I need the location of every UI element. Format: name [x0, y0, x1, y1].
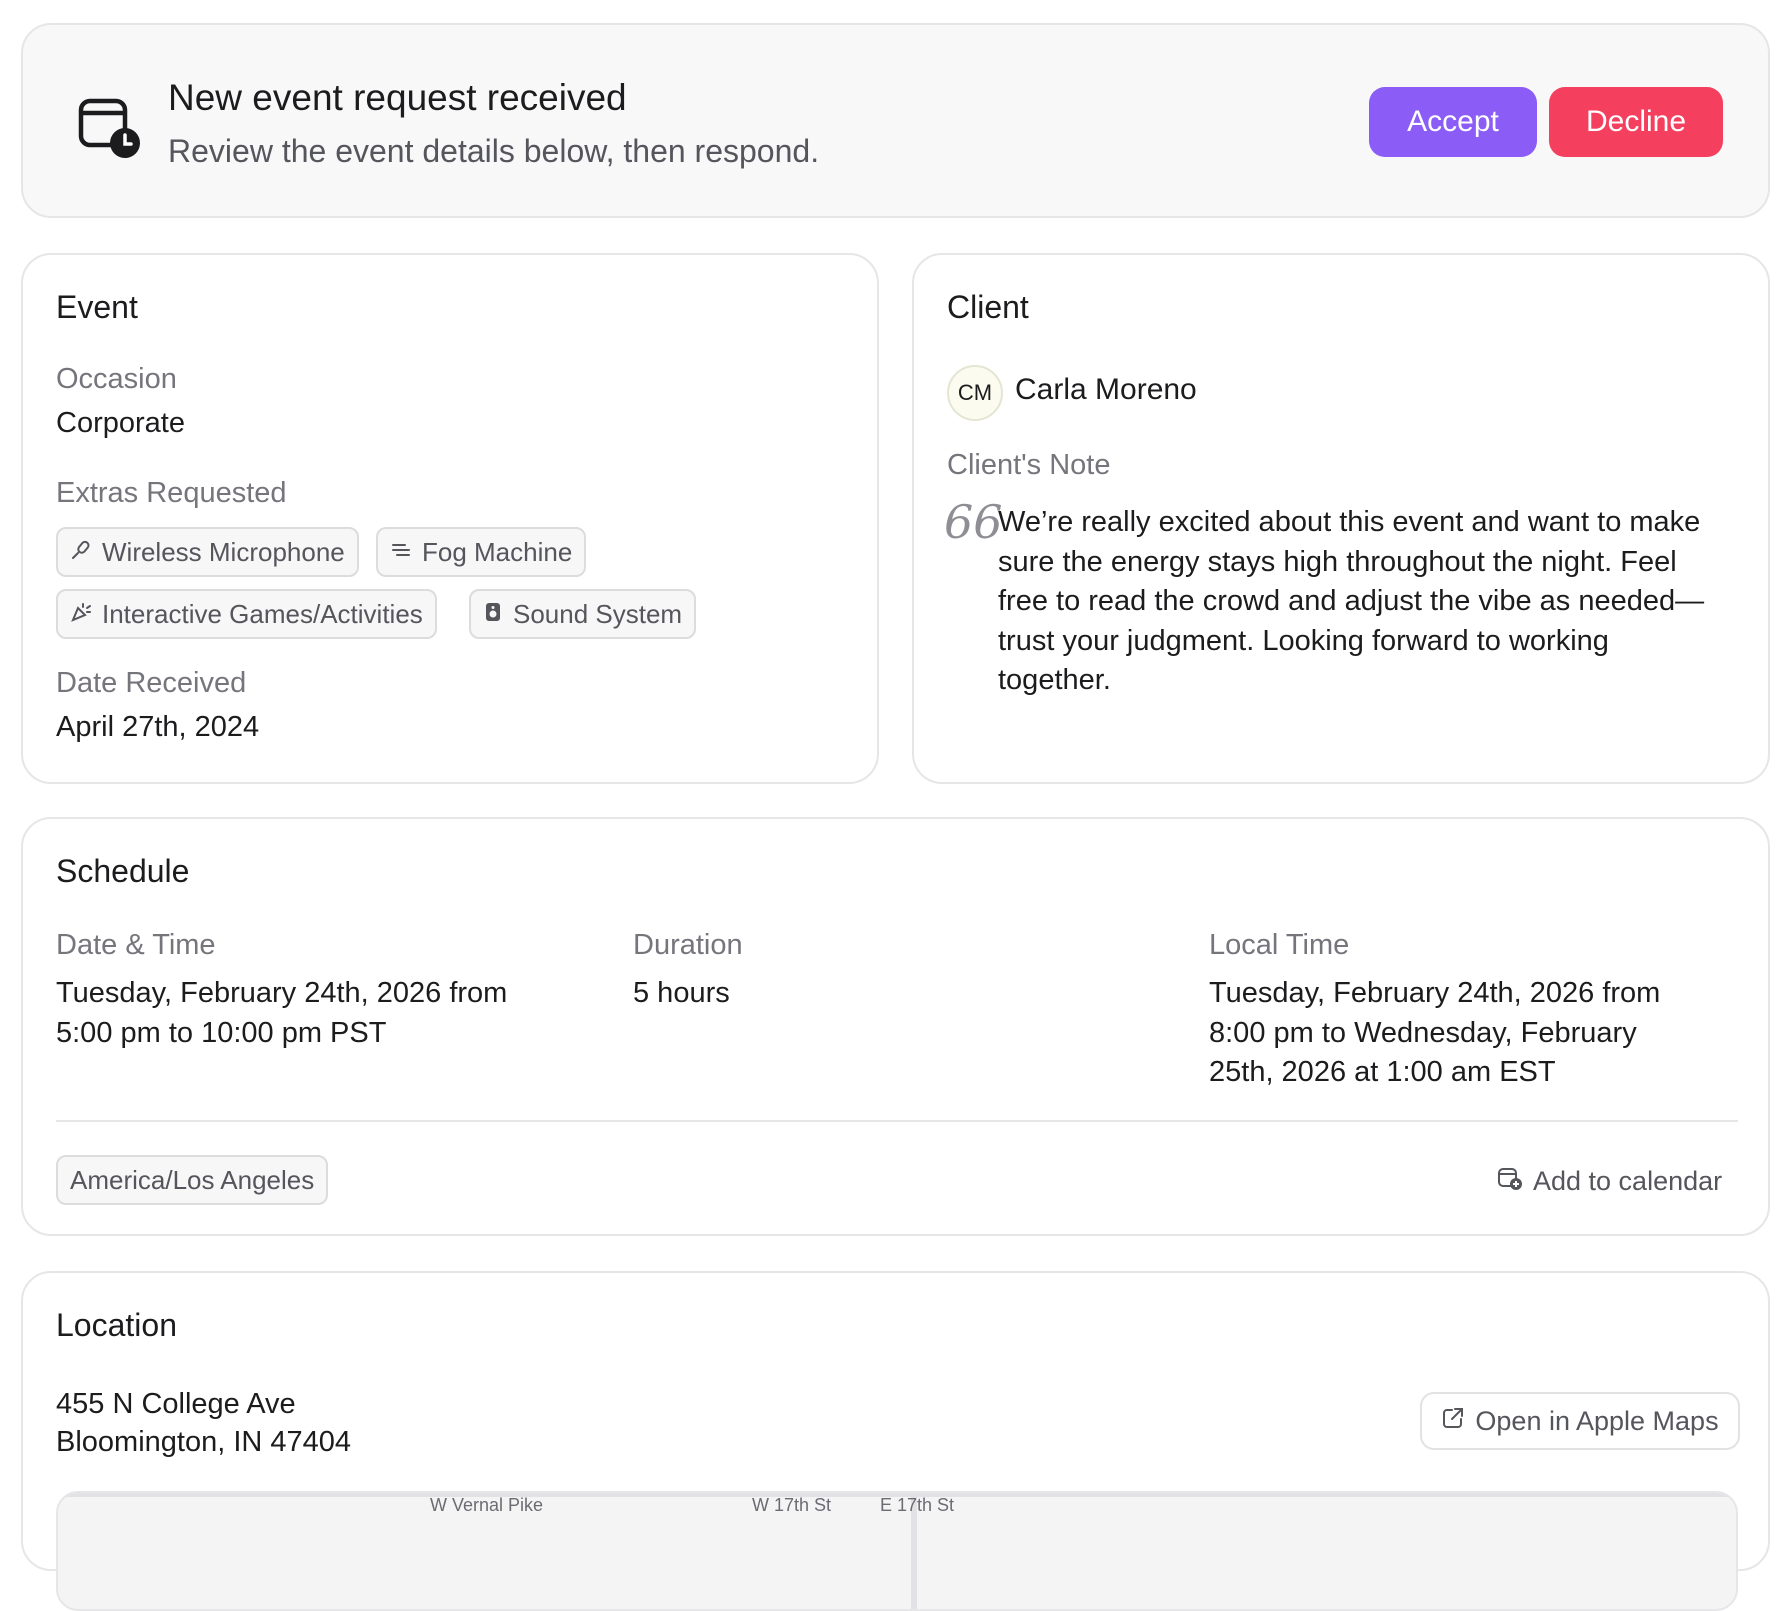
duration-value: 5 hours: [633, 977, 730, 1009]
external-link-icon: [1441, 1406, 1465, 1437]
fog-icon: [390, 537, 412, 568]
client-name: Carla Moreno: [1015, 373, 1197, 406]
map-street-label: W 17th St: [752, 1495, 832, 1515]
schedule-card-title: Schedule: [56, 853, 190, 889]
extra-chip-fog-machine: Fog Machine: [376, 527, 587, 577]
extra-chip-label: Sound System: [513, 598, 683, 629]
client-card: Client CM Carla Moreno Client's Note 66 …: [912, 253, 1770, 784]
schedule-local-time: Local Time Tuesday, February 24th, 2026 …: [1209, 929, 1709, 1093]
client-card-title: Client: [947, 289, 1029, 325]
avatar: CM: [947, 365, 1003, 421]
location-card-title: Location: [56, 1307, 177, 1343]
map-street-label: E 17th St: [880, 1495, 955, 1515]
extra-chip-wireless-microphone: Wireless Microphone: [56, 527, 359, 577]
microphone-icon: [70, 537, 92, 568]
accept-button[interactable]: Accept: [1369, 87, 1537, 157]
speaker-icon: [483, 599, 503, 630]
request-banner: New event request received Review the ev…: [21, 23, 1770, 218]
location-card: Location 455 N College Ave Bloomington, …: [21, 1271, 1770, 1611]
calendar-plus-icon: [1497, 1165, 1523, 1198]
banner-subtitle: Review the event details below, then res…: [168, 133, 820, 169]
date-received-value: April 27th, 2024: [56, 711, 260, 743]
extra-chip-label: Fog Machine: [422, 536, 573, 567]
banner-title: New event request received: [168, 77, 627, 118]
quote-icon: 66: [944, 495, 1003, 549]
occasion-label: Occasion: [56, 363, 177, 395]
event-card-title: Event: [56, 289, 138, 325]
party-popper-icon: [70, 599, 92, 630]
schedule-card: Schedule Date & Time Tuesday, February 2…: [21, 817, 1770, 1236]
datetime-value: Tuesday, February 24th, 2026 from 5:00 p…: [56, 977, 508, 1049]
schedule-duration: Duration 5 hours: [633, 929, 1033, 1014]
event-card: Event Occasion Corporate Extras Requeste…: [21, 253, 879, 784]
client-note: We’re really excited about this event an…: [998, 506, 1705, 696]
calendar-clock-icon: [77, 93, 145, 161]
datetime-label: Date & Time: [56, 929, 216, 961]
map-street-label: W Vernal Pike: [430, 1495, 544, 1515]
address-line1: 455 N College Ave: [56, 1388, 296, 1420]
extra-chip-label: Interactive Games/Activities: [102, 598, 423, 629]
add-to-calendar-label: Add to calendar: [1533, 1165, 1723, 1196]
decline-button[interactable]: Decline: [1549, 87, 1723, 157]
occasion-value: Corporate: [56, 407, 185, 439]
local-time-value: Tuesday, February 24th, 2026 from 8:00 p…: [1209, 977, 1661, 1088]
extra-chip-label: Wireless Microphone: [102, 536, 345, 567]
map-preview[interactable]: W Vernal Pike W 17th St E 17th St: [56, 1491, 1738, 1611]
extras-label: Extras Requested: [56, 477, 287, 509]
extra-chip-sound-system: Sound System: [469, 589, 697, 639]
add-to-calendar-button[interactable]: Add to calendar: [1497, 1159, 1722, 1203]
date-received-label: Date Received: [56, 667, 247, 699]
address: 455 N College Ave Bloomington, IN 47404: [56, 1385, 351, 1461]
local-time-label: Local Time: [1209, 929, 1350, 961]
duration-label: Duration: [633, 929, 743, 961]
schedule-divider: [56, 1120, 1738, 1122]
open-in-apple-maps-button[interactable]: Open in Apple Maps: [1420, 1392, 1740, 1450]
client-note-label: Client's Note: [947, 449, 1111, 481]
extra-chip-interactive-games: Interactive Games/Activities: [56, 589, 437, 639]
schedule-datetime: Date & Time Tuesday, February 24th, 2026…: [56, 929, 516, 1053]
address-line2: Bloomington, IN 47404: [56, 1426, 352, 1458]
open-in-apple-maps-label: Open in Apple Maps: [1475, 1405, 1719, 1436]
timezone-badge: America/Los Angeles: [56, 1155, 329, 1205]
